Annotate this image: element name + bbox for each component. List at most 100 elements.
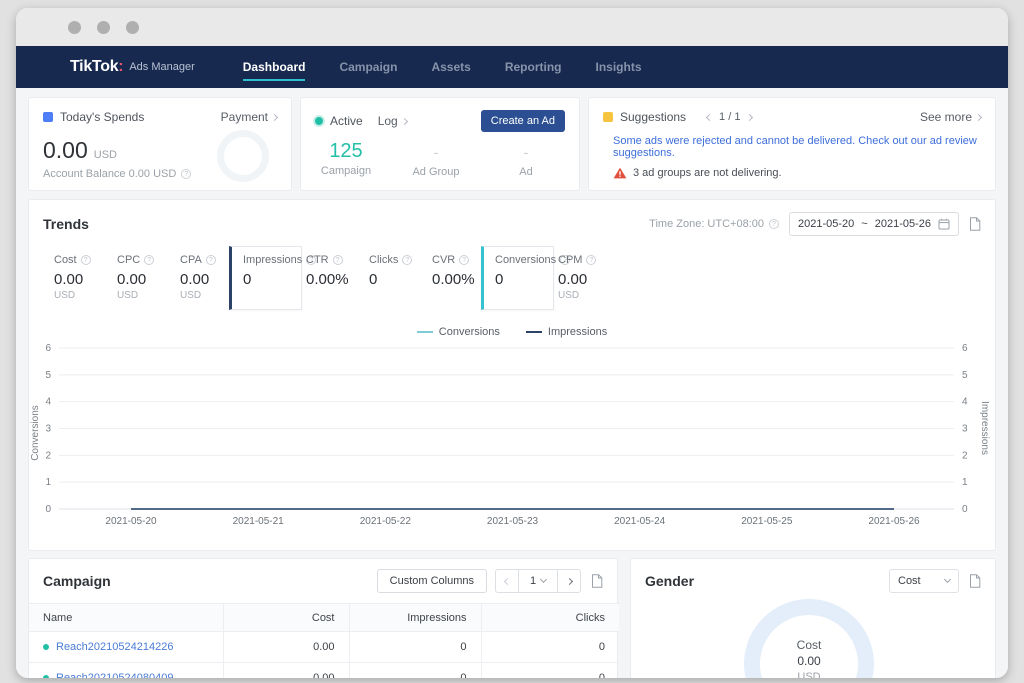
- window-control-3[interactable]: [126, 20, 139, 34]
- rejected-ads-message-link[interactable]: Some ads were rejected and cannot be del…: [613, 135, 981, 159]
- column-header-name[interactable]: Name: [29, 603, 223, 632]
- window-control-2[interactable]: [97, 20, 110, 34]
- prev-page-button[interactable]: [495, 569, 519, 593]
- legend-conversions[interactable]: Conversions: [416, 326, 500, 338]
- info-icon[interactable]: [332, 255, 343, 265]
- svg-text:2021-05-22: 2021-05-22: [360, 516, 412, 527]
- svg-text:0: 0: [45, 504, 51, 515]
- metric-value: 0.00: [54, 271, 84, 288]
- metric-value: 0.00: [117, 271, 147, 288]
- browser-window: TikTok: Ads Manager Dashboard Campaign Ass…: [16, 8, 1008, 678]
- info-icon[interactable]: [769, 219, 779, 229]
- chevron-right-icon[interactable]: [746, 113, 754, 121]
- nav-tab-reporting[interactable]: Reporting: [505, 54, 562, 81]
- payment-link[interactable]: Payment: [221, 110, 279, 124]
- metric-label: CVR: [432, 254, 480, 266]
- campaign-title: Campaign: [43, 573, 111, 589]
- chart-legend: Conversions Impressions: [29, 326, 995, 338]
- create-ad-button[interactable]: Create an Ad: [480, 110, 565, 132]
- info-icon[interactable]: [181, 169, 192, 179]
- metric-ctr[interactable]: CTR 0.00%: [292, 246, 355, 310]
- svg-text:2: 2: [962, 450, 968, 461]
- info-icon[interactable]: [586, 255, 597, 265]
- svg-text:6: 6: [45, 343, 51, 354]
- stat-value: -: [523, 144, 529, 160]
- metric-label: CPC: [117, 254, 165, 266]
- metric-cpm[interactable]: CPM 0.00 USD: [544, 246, 607, 310]
- metric-cost[interactable]: Cost 0.00 USD: [40, 246, 103, 310]
- nav-tabs: Dashboard Campaign Assets Reporting Insights: [242, 46, 642, 88]
- see-more-link[interactable]: See more: [920, 110, 983, 124]
- metric-clicks[interactable]: Clicks 0: [355, 246, 418, 310]
- stat-value: 125: [329, 140, 363, 162]
- column-header-clicks[interactable]: Clicks: [480, 603, 619, 632]
- gender-donut-center: Cost 0.00 USD: [744, 637, 874, 678]
- suggestions-page-indicator: 1 / 1: [719, 111, 741, 123]
- column-header-impressions[interactable]: Impressions: [348, 603, 481, 632]
- svg-text:4: 4: [962, 397, 968, 408]
- legend-label: Conversions: [438, 326, 500, 338]
- info-icon[interactable]: [459, 255, 470, 265]
- nav-tab-dashboard[interactable]: Dashboard: [242, 54, 306, 81]
- donut-center-unit: USD: [797, 671, 821, 678]
- metric-value: 0.00%: [432, 271, 475, 288]
- nav-tab-assets[interactable]: Assets: [431, 54, 470, 81]
- date-end: 2021-05-26: [874, 218, 931, 230]
- gender-metric-select[interactable]: Cost: [889, 569, 959, 593]
- log-link[interactable]: Log: [378, 114, 408, 128]
- svg-text:2: 2: [45, 450, 51, 461]
- metric-label: CTR: [306, 254, 354, 266]
- metric-cpc[interactable]: CPC 0.00 USD: [103, 246, 166, 310]
- campaign-table: Name Cost Impressions Clicks Reach202105242…: [29, 603, 619, 678]
- nav-tab-insights[interactable]: Insights: [596, 54, 642, 81]
- clicks-cell: 0: [480, 662, 619, 678]
- info-icon[interactable]: [80, 255, 91, 265]
- svg-text:5: 5: [962, 370, 968, 381]
- svg-text:Impressions: Impressions: [979, 401, 990, 455]
- metric-label-text: CVR: [432, 254, 456, 266]
- date-range-picker[interactable]: 2021-05-20 ~ 2021-05-26: [789, 212, 959, 236]
- info-icon[interactable]: [205, 255, 216, 265]
- trends-line-chart: 0 0 1 1 2 2 3 3 4 4 5 5 6 6 2021-05-20 2021-05-21 2021-0…: [30, 343, 990, 527]
- stat-label: Ad Group: [412, 166, 460, 178]
- export-gender-icon[interactable]: [969, 574, 981, 588]
- active-stat-ad-group[interactable]: - Ad Group: [391, 140, 481, 178]
- legend-line-swatch: [525, 331, 542, 333]
- stat-value: -: [433, 144, 439, 160]
- window-titlebar: [16, 8, 1008, 46]
- legend-impressions[interactable]: Impressions: [525, 326, 607, 338]
- window-control-1[interactable]: [68, 20, 81, 34]
- spends-icon: [43, 112, 53, 122]
- export-campaign-icon[interactable]: [591, 574, 603, 588]
- chevron-right-icon: [565, 577, 573, 585]
- calendar-icon: [938, 218, 950, 230]
- nav-tab-campaign[interactable]: Campaign: [339, 54, 397, 81]
- product-name: Ads Manager: [129, 61, 195, 73]
- column-header-cost[interactable]: Cost: [222, 603, 349, 632]
- chevron-right-icon: [400, 117, 408, 125]
- info-icon[interactable]: [402, 255, 413, 265]
- active-stat-ad[interactable]: - Ad: [481, 140, 571, 178]
- next-page-button[interactable]: [557, 569, 581, 593]
- metric-unit: [369, 290, 417, 302]
- metric-unit: USD: [54, 290, 76, 301]
- metric-label: Clicks: [369, 254, 417, 266]
- export-report-icon[interactable]: [969, 217, 981, 231]
- metric-cvr[interactable]: CVR 0.00%: [418, 246, 481, 310]
- chevron-left-icon[interactable]: [706, 113, 714, 121]
- info-icon[interactable]: [144, 255, 155, 265]
- active-status-icon: [315, 117, 323, 125]
- suggestions-icon: [603, 112, 613, 122]
- metric-value: 0.00%: [306, 271, 349, 288]
- custom-columns-button[interactable]: Custom Columns: [376, 569, 487, 593]
- tiktok-logo[interactable]: TikTok:: [70, 58, 124, 76]
- metric-label-text: CPC: [117, 254, 141, 266]
- campaign-name-cell: Reach20210524214226: [29, 632, 223, 663]
- stat-label: Ad: [519, 166, 533, 178]
- top-navbar: TikTok: Ads Manager Dashboard Campaign Ass…: [16, 46, 1008, 88]
- campaign-name-link[interactable]: Reach20210524080409: [56, 672, 173, 678]
- campaign-name-link[interactable]: Reach20210524214226: [56, 641, 173, 653]
- metric-cpa[interactable]: CPA 0.00 USD: [166, 246, 229, 310]
- page-select[interactable]: 1: [519, 569, 557, 593]
- active-stat-campaign[interactable]: 125 Campaign: [301, 140, 391, 178]
